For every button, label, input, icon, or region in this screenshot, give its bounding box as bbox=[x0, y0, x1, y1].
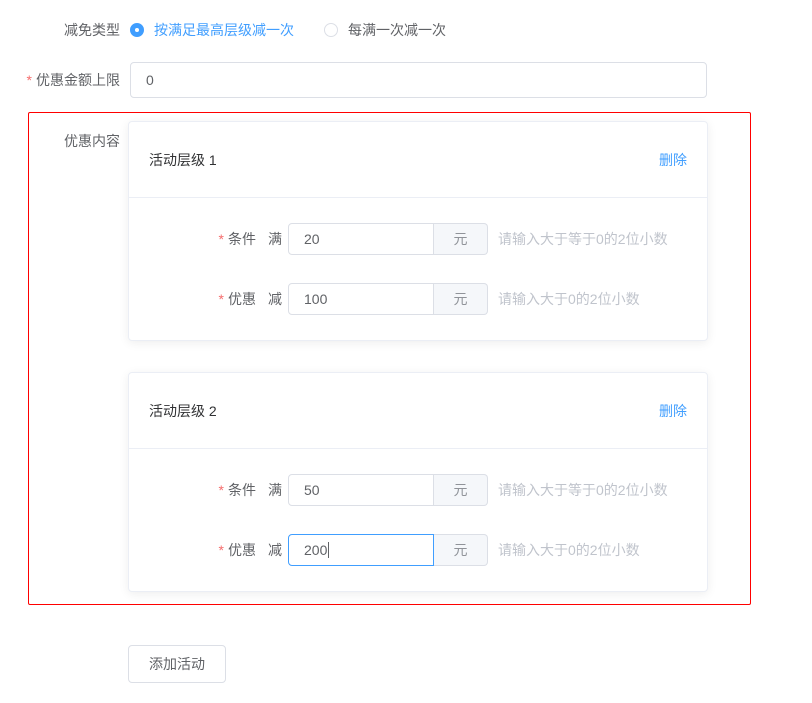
discount-input-group: 200 元 bbox=[288, 534, 488, 566]
required-star: * bbox=[219, 482, 224, 498]
text-caret bbox=[328, 542, 329, 558]
required-star: * bbox=[219, 542, 224, 558]
discount-hint: 请输入大于0的2位小数 bbox=[498, 289, 640, 309]
condition-row: *条件 满 元 请输入大于等于0的2位小数 bbox=[149, 223, 687, 255]
radio-label: 每满一次减一次 bbox=[348, 20, 446, 40]
discount-row: *优惠 减 元 请输入大于0的2位小数 bbox=[149, 283, 687, 315]
condition-prefix: 满 bbox=[268, 480, 282, 500]
discount-limit-label: *优惠金额上限 bbox=[0, 70, 120, 90]
unit-append: 元 bbox=[434, 283, 488, 315]
radio-checked-icon bbox=[130, 23, 144, 37]
reduction-type-label-text: 减免类型 bbox=[64, 22, 120, 38]
activity-level-cards: 活动层级 1 删除 *条件 满 元 请输入大于等于0的2位小数 *优惠 bbox=[128, 121, 708, 592]
radio-unchecked-icon bbox=[324, 23, 338, 37]
card-body: *条件 满 元 请输入大于等于0的2位小数 *优惠 减 元 bbox=[129, 198, 707, 340]
discount-content-label-text: 优惠内容 bbox=[64, 133, 120, 149]
discount-input-value: 200 bbox=[304, 542, 327, 558]
discount-prefix: 减 bbox=[268, 540, 282, 560]
discount-label-text: 优惠 bbox=[228, 542, 256, 558]
discount-hint: 请输入大于0的2位小数 bbox=[498, 540, 640, 560]
radio-label: 按满足最高层级减一次 bbox=[154, 20, 294, 40]
condition-input-group: 元 bbox=[288, 223, 488, 255]
add-activity-button[interactable]: 添加活动 bbox=[128, 645, 226, 683]
discount-input-group: 元 bbox=[288, 283, 488, 315]
condition-prefix: 满 bbox=[268, 229, 282, 249]
condition-label-text: 条件 bbox=[228, 482, 256, 498]
condition-label: *条件 bbox=[149, 480, 256, 500]
discount-limit-input[interactable] bbox=[130, 62, 707, 98]
card-title: 活动层级 2 bbox=[149, 401, 217, 421]
card-body: *条件 满 元 请输入大于等于0的2位小数 *优惠 减 200 bbox=[129, 449, 707, 591]
unit-append: 元 bbox=[434, 223, 488, 255]
condition-input-group: 元 bbox=[288, 474, 488, 506]
card-header: 活动层级 1 删除 bbox=[129, 122, 707, 198]
discount-limit-row: *优惠金额上限 bbox=[0, 62, 812, 98]
condition-input[interactable] bbox=[288, 223, 434, 255]
required-star: * bbox=[219, 291, 224, 307]
required-star: * bbox=[219, 231, 224, 247]
discount-label-text: 优惠 bbox=[228, 291, 256, 307]
activity-level-card-2: 活动层级 2 删除 *条件 满 元 请输入大于等于0的2位小数 *优惠 bbox=[128, 372, 708, 592]
reduction-type-row: 减免类型 按满足最高层级减一次 每满一次减一次 bbox=[0, 20, 812, 40]
discount-row: *优惠 减 200 元 请输入大于0的2位小数 bbox=[149, 534, 687, 566]
discount-label: *优惠 bbox=[149, 540, 256, 560]
discount-input-focused[interactable]: 200 bbox=[288, 534, 434, 566]
promotion-form: 减免类型 按满足最高层级减一次 每满一次减一次 *优惠金额上限 优惠内容 bbox=[0, 0, 812, 683]
discount-limit-label-text: 优惠金额上限 bbox=[36, 72, 120, 88]
activity-level-card-1: 活动层级 1 删除 *条件 满 元 请输入大于等于0的2位小数 *优惠 bbox=[128, 121, 708, 341]
condition-row: *条件 满 元 请输入大于等于0的2位小数 bbox=[149, 474, 687, 506]
radio-highest-level-once[interactable]: 按满足最高层级减一次 bbox=[130, 20, 294, 40]
reduction-type-label: 减免类型 bbox=[0, 20, 120, 40]
unit-append: 元 bbox=[434, 474, 488, 506]
discount-input[interactable] bbox=[288, 283, 434, 315]
discount-prefix: 减 bbox=[268, 289, 282, 309]
discount-content-panel: 优惠内容 活动层级 1 删除 *条件 满 元 请输 bbox=[28, 112, 751, 605]
discount-limit-content bbox=[130, 62, 707, 98]
radio-every-time[interactable]: 每满一次减一次 bbox=[324, 20, 446, 40]
condition-hint: 请输入大于等于0的2位小数 bbox=[498, 229, 668, 249]
condition-label: *条件 bbox=[149, 229, 256, 249]
condition-input[interactable] bbox=[288, 474, 434, 506]
reduction-type-options: 按满足最高层级减一次 每满一次减一次 bbox=[130, 20, 446, 40]
unit-append: 元 bbox=[434, 534, 488, 566]
delete-link[interactable]: 删除 bbox=[659, 401, 687, 421]
condition-label-text: 条件 bbox=[228, 231, 256, 247]
discount-label: *优惠 bbox=[149, 289, 256, 309]
delete-link[interactable]: 删除 bbox=[659, 150, 687, 170]
card-header: 活动层级 2 删除 bbox=[129, 373, 707, 449]
discount-content-label: 优惠内容 bbox=[29, 131, 120, 151]
condition-hint: 请输入大于等于0的2位小数 bbox=[498, 480, 668, 500]
required-star: * bbox=[27, 72, 32, 88]
card-title: 活动层级 1 bbox=[149, 150, 217, 170]
